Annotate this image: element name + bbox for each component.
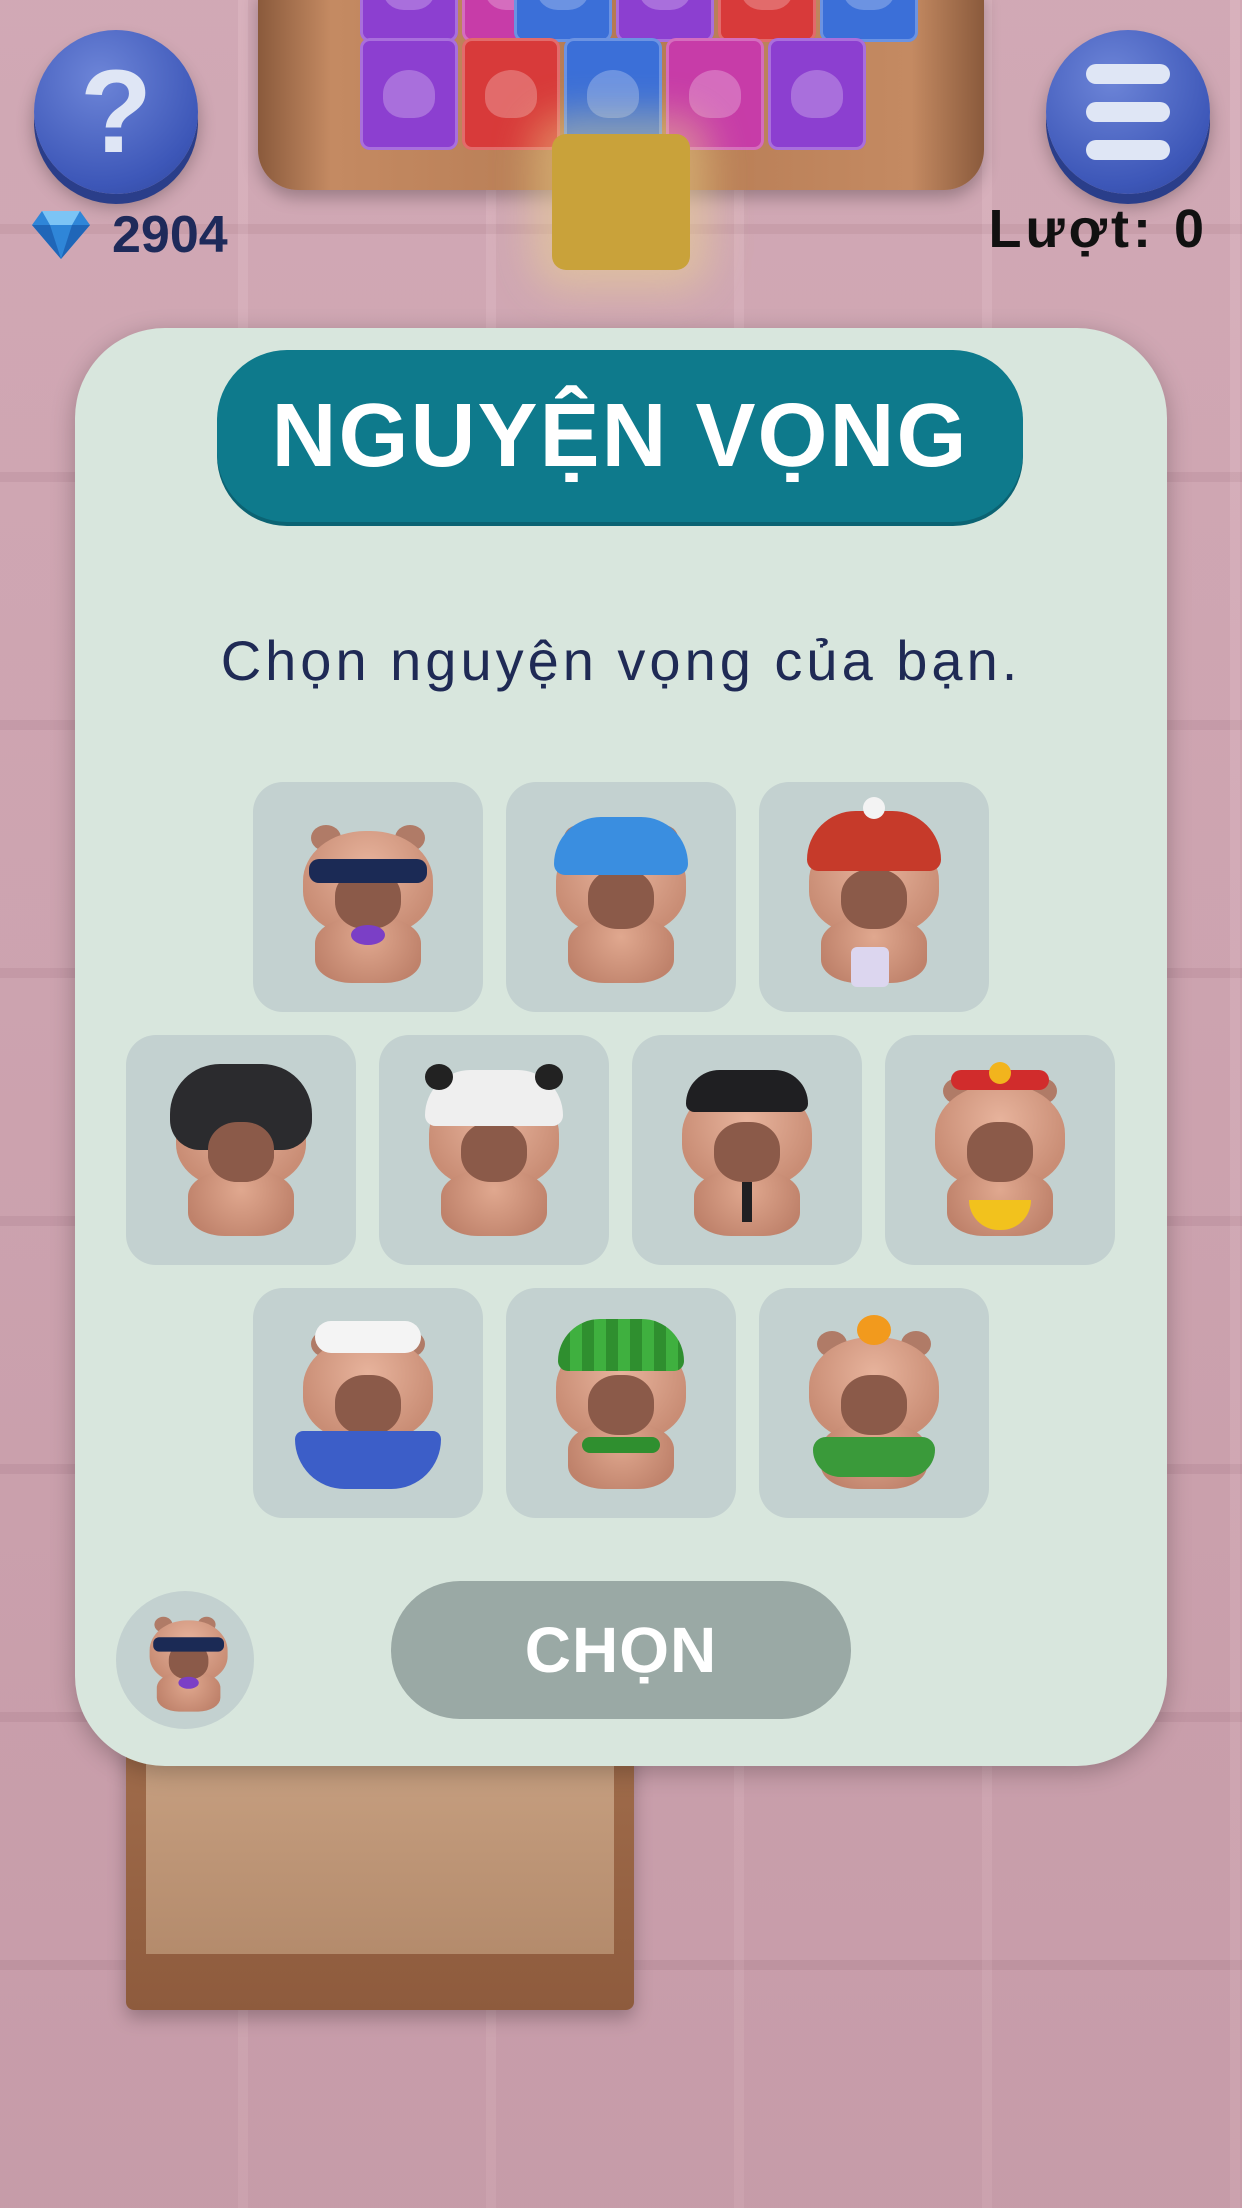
tray-lock: [552, 134, 690, 270]
wish-option-orange[interactable]: [759, 1288, 989, 1518]
capybara-panda-hood-icon: [419, 1060, 569, 1240]
capybara-orange-icon: [799, 1313, 949, 1493]
selected-preview: [116, 1591, 254, 1729]
question-mark-icon: ?: [79, 46, 153, 178]
wish-option-winter-hat[interactable]: [759, 782, 989, 1012]
capybara-lucky-icon: [925, 1060, 1075, 1240]
wish-option-watermelon[interactable]: [506, 1288, 736, 1518]
wish-option-bandana[interactable]: [506, 782, 736, 1012]
capybara-watermelon-hat-icon: [546, 1313, 696, 1493]
tray-card: [462, 38, 560, 150]
help-button[interactable]: ?: [34, 30, 198, 194]
wish-option-lucky[interactable]: [885, 1035, 1115, 1265]
choose-button-label: CHỌN: [524, 1614, 718, 1686]
choose-button[interactable]: CHỌN: [391, 1581, 851, 1719]
dialog-subtitle: Chọn nguyện vọng của bạn.: [220, 629, 1022, 692]
tray-card: [360, 38, 458, 150]
wish-option-black-cap[interactable]: [632, 1035, 862, 1265]
wish-option-sunglasses[interactable]: [253, 782, 483, 1012]
menu-button[interactable]: [1046, 30, 1210, 194]
storage-box: [126, 1740, 634, 2010]
wish-option-towel-bath[interactable]: [253, 1288, 483, 1518]
tray-card: [360, 0, 458, 42]
hamburger-menu-icon: [1086, 64, 1170, 160]
gem-count: 2904: [112, 206, 228, 264]
dialog-title: NGUYỆN VỌNG: [271, 385, 969, 486]
tray-card: [768, 38, 866, 150]
tray-card: [514, 0, 612, 42]
diamond-icon: [32, 211, 90, 259]
capybara-black-cap-icon: [672, 1060, 822, 1240]
turn-counter: Lượt: 0: [988, 199, 1208, 259]
tray-card: [820, 0, 918, 42]
capybara-sunglasses-preview-icon: [144, 1606, 228, 1714]
dialog-title-banner: NGUYỆN VỌNG: [217, 350, 1023, 522]
capybara-towel-icon: [293, 1313, 443, 1493]
gem-counter: 2904: [30, 205, 228, 265]
tray-card: [616, 0, 714, 42]
wish-option-panda[interactable]: [379, 1035, 609, 1265]
capybara-beanie-icon: [799, 797, 949, 987]
tray-card: [718, 0, 816, 42]
capybara-bandana-icon: [546, 807, 696, 987]
tray-card: [666, 38, 764, 150]
wish-option-bat-mask[interactable]: [126, 1035, 356, 1265]
capybara-bat-mask-icon: [166, 1060, 316, 1240]
capybara-sunglasses-icon: [293, 807, 443, 987]
